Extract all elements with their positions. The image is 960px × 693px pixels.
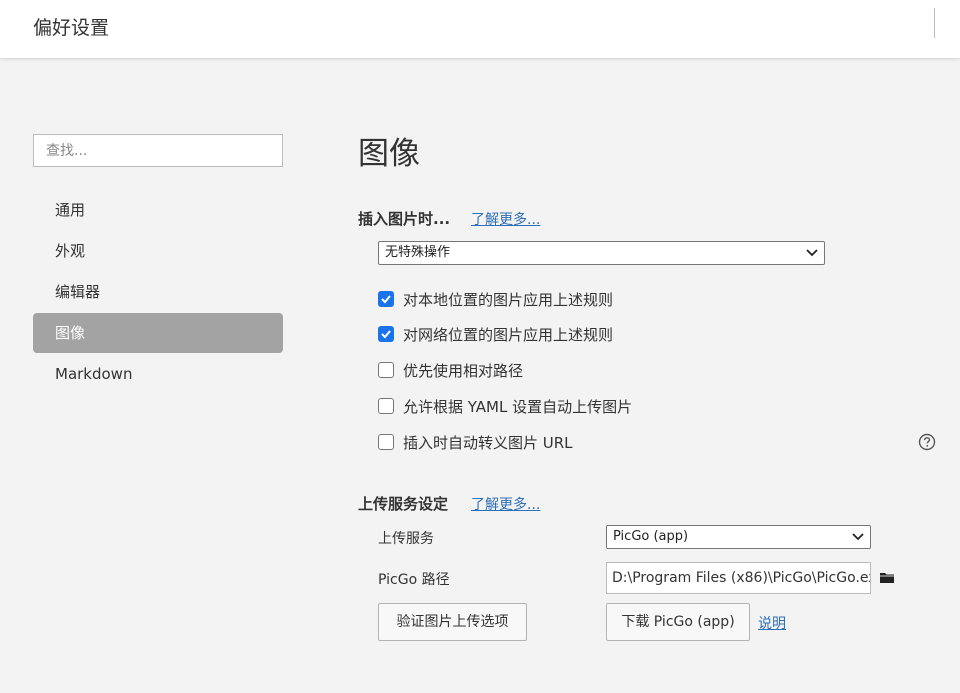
network-images-checkbox[interactable] — [378, 326, 394, 342]
sidebar-item-label: 编辑器 — [55, 283, 101, 301]
sidebar-item-label: 外观 — [55, 242, 86, 260]
chevron-down-icon — [806, 249, 818, 257]
yaml-upload-label: 允许根据 YAML 设置自动上传图片 — [403, 397, 633, 416]
escape-url-label: 插入时自动转义图片 URL — [403, 433, 573, 452]
picgo-help-link[interactable]: 说明 — [758, 613, 786, 633]
checkmark-icon — [381, 330, 391, 339]
download-picgo-button[interactable]: 下载 PicGo (app) — [606, 603, 750, 641]
relative-path-label: 优先使用相对路径 — [403, 361, 524, 380]
option-local-images[interactable]: 对本地位置的图片应用上述规则 — [378, 288, 613, 310]
upload-learn-more-link[interactable]: 了解更多... — [471, 494, 540, 514]
upload-service-select[interactable]: PicGo (app) — [606, 525, 871, 549]
sidebar-item-appearance[interactable]: 外观 — [33, 231, 283, 271]
picgo-path-input[interactable]: D:\Program Files (x86)\PicGo\PicGo.exe — [606, 562, 871, 594]
folder-icon[interactable] — [879, 571, 895, 584]
picgo-path-value: D:\Program Files (x86)\PicGo\PicGo.exe — [612, 570, 871, 586]
page-title: 图像 — [358, 136, 420, 172]
escape-url-checkbox[interactable] — [378, 434, 394, 450]
option-escape-url[interactable]: 插入时自动转义图片 URL — [378, 431, 573, 453]
window-title: 偏好设置 — [33, 17, 110, 39]
insert-section-label: 插入图片时... — [358, 210, 451, 228]
local-images-checkbox[interactable] — [378, 291, 394, 307]
sidebar-item-markdown[interactable]: Markdown — [33, 354, 283, 394]
yaml-upload-checkbox[interactable] — [378, 398, 394, 414]
download-picgo-label: 下载 PicGo (app) — [621, 614, 735, 630]
titlebar-divider — [934, 8, 935, 38]
verify-upload-label: 验证图片上传选项 — [396, 614, 509, 630]
upload-section-label: 上传服务设定 — [358, 495, 449, 513]
verify-upload-button[interactable]: 验证图片上传选项 — [378, 603, 527, 641]
picgo-path-label: PicGo 路径 — [378, 572, 450, 588]
insert-action-select[interactable]: 无特殊操作 — [378, 241, 825, 265]
checkmark-icon — [381, 295, 391, 304]
sidebar-item-label: 通用 — [55, 201, 86, 219]
network-images-label: 对网络位置的图片应用上述规则 — [403, 325, 614, 344]
insert-action-value: 无特殊操作 — [385, 245, 451, 260]
option-relative-path[interactable]: 优先使用相对路径 — [378, 359, 523, 381]
title-bar: 偏好设置 — [0, 0, 960, 59]
relative-path-checkbox[interactable] — [378, 362, 394, 378]
local-images-label: 对本地位置的图片应用上述规则 — [403, 290, 614, 309]
sidebar-item-label: Markdown — [55, 365, 133, 383]
sidebar-item-editor[interactable]: 编辑器 — [33, 272, 283, 312]
insert-learn-more-link[interactable]: 了解更多... — [471, 209, 540, 229]
help-icon[interactable] — [918, 433, 936, 451]
upload-service-value: PicGo (app) — [613, 529, 689, 544]
search-input[interactable] — [33, 134, 283, 167]
chevron-down-icon — [852, 533, 864, 541]
option-yaml-upload[interactable]: 允许根据 YAML 设置自动上传图片 — [378, 395, 632, 417]
sidebar-item-image[interactable]: 图像 — [33, 313, 283, 353]
sidebar-item-general[interactable]: 通用 — [33, 190, 283, 230]
option-network-images[interactable]: 对网络位置的图片应用上述规则 — [378, 323, 613, 345]
sidebar-item-label: 图像 — [55, 324, 86, 342]
upload-service-label: 上传服务 — [378, 531, 434, 547]
